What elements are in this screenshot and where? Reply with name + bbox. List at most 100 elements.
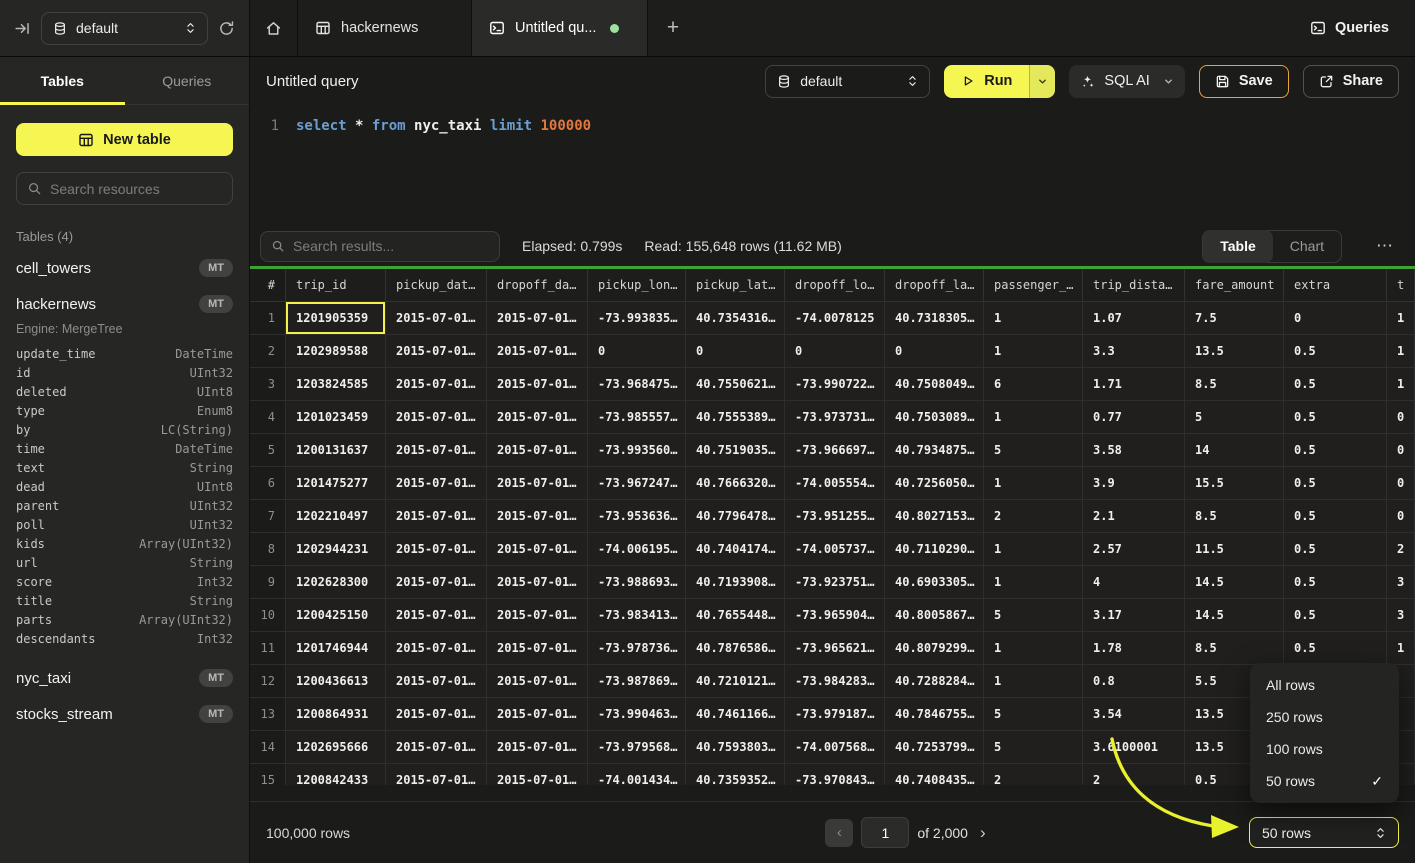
sidebar-table-nyc-taxi[interactable]: nyc_taxi MT — [0, 660, 249, 696]
table-cell[interactable]: 8.5 — [1185, 632, 1284, 665]
table-cell[interactable]: 1202628300 — [286, 566, 386, 599]
table-cell[interactable]: -73.985557… — [588, 401, 686, 434]
table-cell[interactable]: 40.7359352… — [686, 764, 785, 785]
table-cell[interactable]: 2015-07-01… — [487, 335, 588, 368]
table-cell[interactable]: -73.970843… — [785, 764, 885, 785]
table-cell[interactable]: 0.5 — [1284, 401, 1387, 434]
table-cell[interactable]: 2015-07-01… — [487, 632, 588, 665]
table-cell[interactable]: -73.923751… — [785, 566, 885, 599]
page-number-input[interactable] — [861, 817, 909, 848]
table-cell[interactable]: -73.968475… — [588, 368, 686, 401]
table-cell[interactable]: 1 — [1387, 335, 1415, 368]
table-cell[interactable]: 2.1 — [1083, 500, 1185, 533]
table-cell[interactable]: 2.57 — [1083, 533, 1185, 566]
table-cell[interactable]: 3.6100001 — [1083, 731, 1185, 764]
tab-home[interactable] — [250, 0, 298, 56]
table-cell[interactable]: 5 — [984, 434, 1083, 467]
table-cell[interactable]: 1201475277 — [286, 467, 386, 500]
sidebar-tab-queries[interactable]: Queries — [125, 57, 250, 104]
table-cell[interactable]: 2015-07-01… — [487, 434, 588, 467]
table-cell[interactable]: -74.005554… — [785, 467, 885, 500]
table-cell[interactable]: 6 — [984, 368, 1083, 401]
row-number-cell[interactable]: 1 — [250, 302, 286, 335]
table-cell[interactable]: 1 — [984, 665, 1083, 698]
tab-untitled-query[interactable]: Untitled qu... — [472, 0, 648, 56]
table-cell[interactable]: 0 — [1387, 434, 1415, 467]
table-cell[interactable]: 0 — [885, 335, 984, 368]
row-number-cell[interactable]: 5 — [250, 434, 286, 467]
table-cell[interactable]: 1 — [984, 566, 1083, 599]
row-number-cell[interactable]: 4 — [250, 401, 286, 434]
table-cell[interactable]: 2 — [1387, 533, 1415, 566]
table-cell[interactable]: -73.987869… — [588, 665, 686, 698]
rows-menu-item[interactable]: 50 rows✓ — [1250, 765, 1399, 797]
table-cell[interactable]: 3.9 — [1083, 467, 1185, 500]
table-cell[interactable]: 1200425150 — [286, 599, 386, 632]
row-number-cell[interactable]: 13 — [250, 698, 286, 731]
table-cell[interactable]: 40.7210121… — [686, 665, 785, 698]
table-cell[interactable]: -74.0078125 — [785, 302, 885, 335]
table-cell[interactable]: 40.7404174… — [686, 533, 785, 566]
table-cell[interactable]: 2 — [984, 764, 1083, 785]
table-cell[interactable]: 40.7666320… — [686, 467, 785, 500]
share-button[interactable]: Share — [1303, 65, 1399, 98]
table-cell[interactable]: 2015-07-01… — [487, 368, 588, 401]
search-results-input[interactable] — [293, 238, 489, 254]
table-cell[interactable]: 40.7550621… — [686, 368, 785, 401]
search-resources-input[interactable] — [50, 181, 222, 197]
table-cell[interactable]: 40.7519035… — [686, 434, 785, 467]
database-selector[interactable]: default — [41, 12, 208, 45]
table-cell[interactable]: -73.978736… — [588, 632, 686, 665]
table-cell[interactable]: 0 — [686, 335, 785, 368]
table-cell[interactable]: 5 — [984, 698, 1083, 731]
table-cell[interactable]: 14.5 — [1185, 599, 1284, 632]
table-cell[interactable]: 2015-07-01… — [386, 698, 487, 731]
table-cell[interactable]: 1201746944 — [286, 632, 386, 665]
sidebar-table-cell-towers[interactable]: cell_towers MT — [0, 250, 249, 286]
table-cell[interactable]: 1 — [984, 335, 1083, 368]
table-cell[interactable]: 1 — [984, 533, 1083, 566]
table-cell[interactable]: 2 — [984, 500, 1083, 533]
table-cell[interactable]: 0 — [785, 335, 885, 368]
next-page-button[interactable]: › — [976, 823, 990, 843]
table-cell[interactable]: -73.990722… — [785, 368, 885, 401]
table-cell[interactable]: -73.979568… — [588, 731, 686, 764]
table-cell[interactable]: 2015-07-01… — [487, 302, 588, 335]
run-button[interactable]: Run — [944, 65, 1029, 98]
table-cell[interactable]: 14.5 — [1185, 566, 1284, 599]
prev-page-button[interactable]: ‹ — [825, 819, 853, 847]
table-cell[interactable]: 1202695666 — [286, 731, 386, 764]
table-cell[interactable]: 2015-07-01… — [386, 566, 487, 599]
table-cell[interactable]: 2015-07-01… — [386, 533, 487, 566]
table-cell[interactable]: 3.17 — [1083, 599, 1185, 632]
table-cell[interactable]: 2015-07-01… — [487, 500, 588, 533]
table-cell[interactable]: 40.8079299… — [885, 632, 984, 665]
table-cell[interactable]: 5 — [1185, 401, 1284, 434]
table-cell[interactable]: 40.8027153… — [885, 500, 984, 533]
table-cell[interactable]: 0 — [1387, 401, 1415, 434]
row-number-cell[interactable]: 6 — [250, 467, 286, 500]
table-cell[interactable]: 0.5 — [1284, 368, 1387, 401]
table-cell[interactable]: 1202210497 — [286, 500, 386, 533]
table-cell[interactable]: 15.5 — [1185, 467, 1284, 500]
table-cell[interactable]: 40.7256050… — [885, 467, 984, 500]
table-cell[interactable]: 5 — [984, 599, 1083, 632]
refresh-button[interactable] — [218, 20, 235, 37]
column-header[interactable]: pickup_dat… — [386, 269, 487, 302]
table-cell[interactable]: 2015-07-01… — [386, 731, 487, 764]
table-cell[interactable]: 2015-07-01… — [487, 665, 588, 698]
table-cell[interactable]: 1.78 — [1083, 632, 1185, 665]
table-cell[interactable]: 40.7461166… — [686, 698, 785, 731]
table-cell[interactable]: 0.5 — [1284, 434, 1387, 467]
table-cell[interactable]: 2015-07-01… — [487, 698, 588, 731]
table-cell[interactable]: -73.988693… — [588, 566, 686, 599]
table-cell[interactable]: 0.5 — [1284, 500, 1387, 533]
table-cell[interactable]: 4 — [1083, 566, 1185, 599]
table-cell[interactable]: 1 — [1387, 632, 1415, 665]
table-cell[interactable]: -73.953636… — [588, 500, 686, 533]
save-button[interactable]: Save — [1199, 65, 1289, 98]
table-cell[interactable]: 2015-07-01… — [386, 302, 487, 335]
table-cell[interactable]: 0 — [1387, 467, 1415, 500]
table-cell[interactable]: -73.966697… — [785, 434, 885, 467]
table-cell[interactable]: 8.5 — [1185, 500, 1284, 533]
